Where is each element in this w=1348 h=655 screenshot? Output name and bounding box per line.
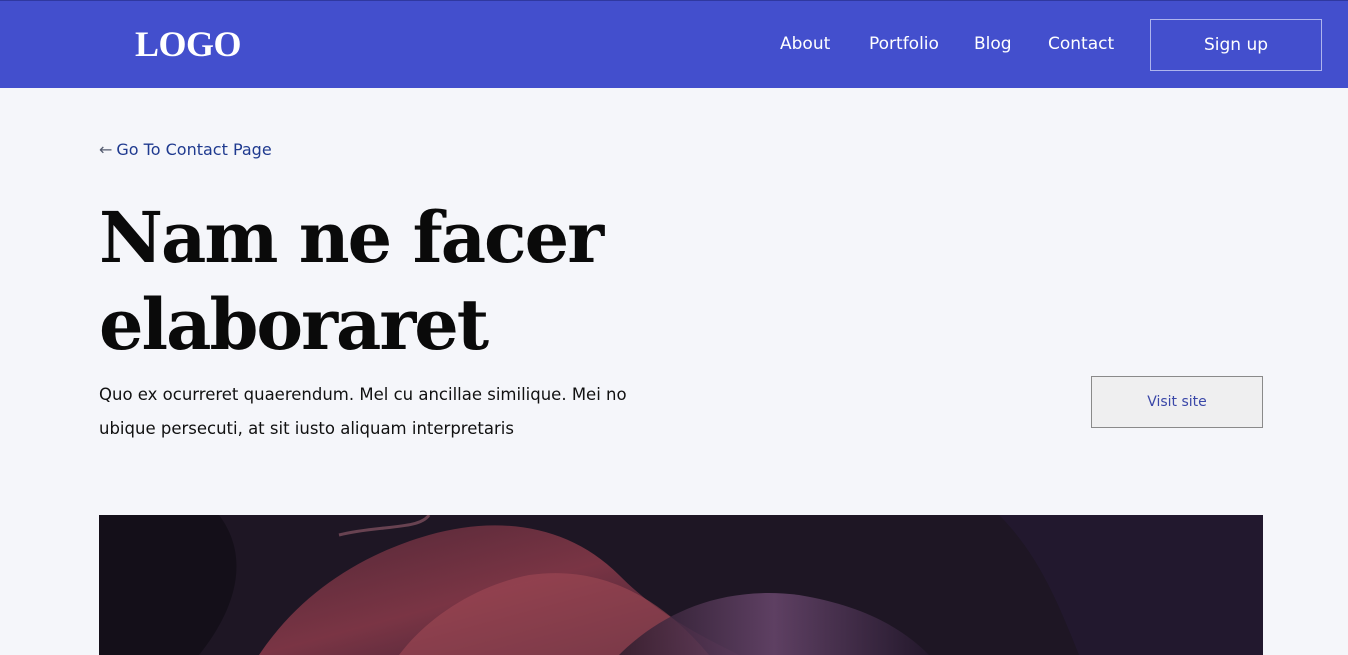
nav-about[interactable]: About (780, 34, 830, 54)
logo[interactable]: LOGO (135, 23, 242, 65)
visit-site-button[interactable]: Visit site (1091, 376, 1263, 428)
site-header: LOGO About Portfolio Blog Contact Sign u… (0, 0, 1348, 88)
hero-image (99, 515, 1263, 655)
back-to-contact-link[interactable]: ← Go To Contact Page (99, 140, 272, 159)
nav-blog[interactable]: Blog (974, 34, 1012, 54)
signup-button[interactable]: Sign up (1150, 19, 1322, 71)
nav-portfolio[interactable]: Portfolio (869, 34, 939, 54)
arrow-left-icon: ← (99, 140, 113, 159)
page-title: Nam ne facer elaboraret (99, 196, 604, 366)
page-description: Quo ex ocurreret quaerendum. Mel cu anci… (99, 385, 627, 438)
nav-contact[interactable]: Contact (1048, 34, 1114, 54)
back-link-label: Go To Contact Page (116, 140, 272, 159)
hero-image-art (99, 515, 1263, 655)
